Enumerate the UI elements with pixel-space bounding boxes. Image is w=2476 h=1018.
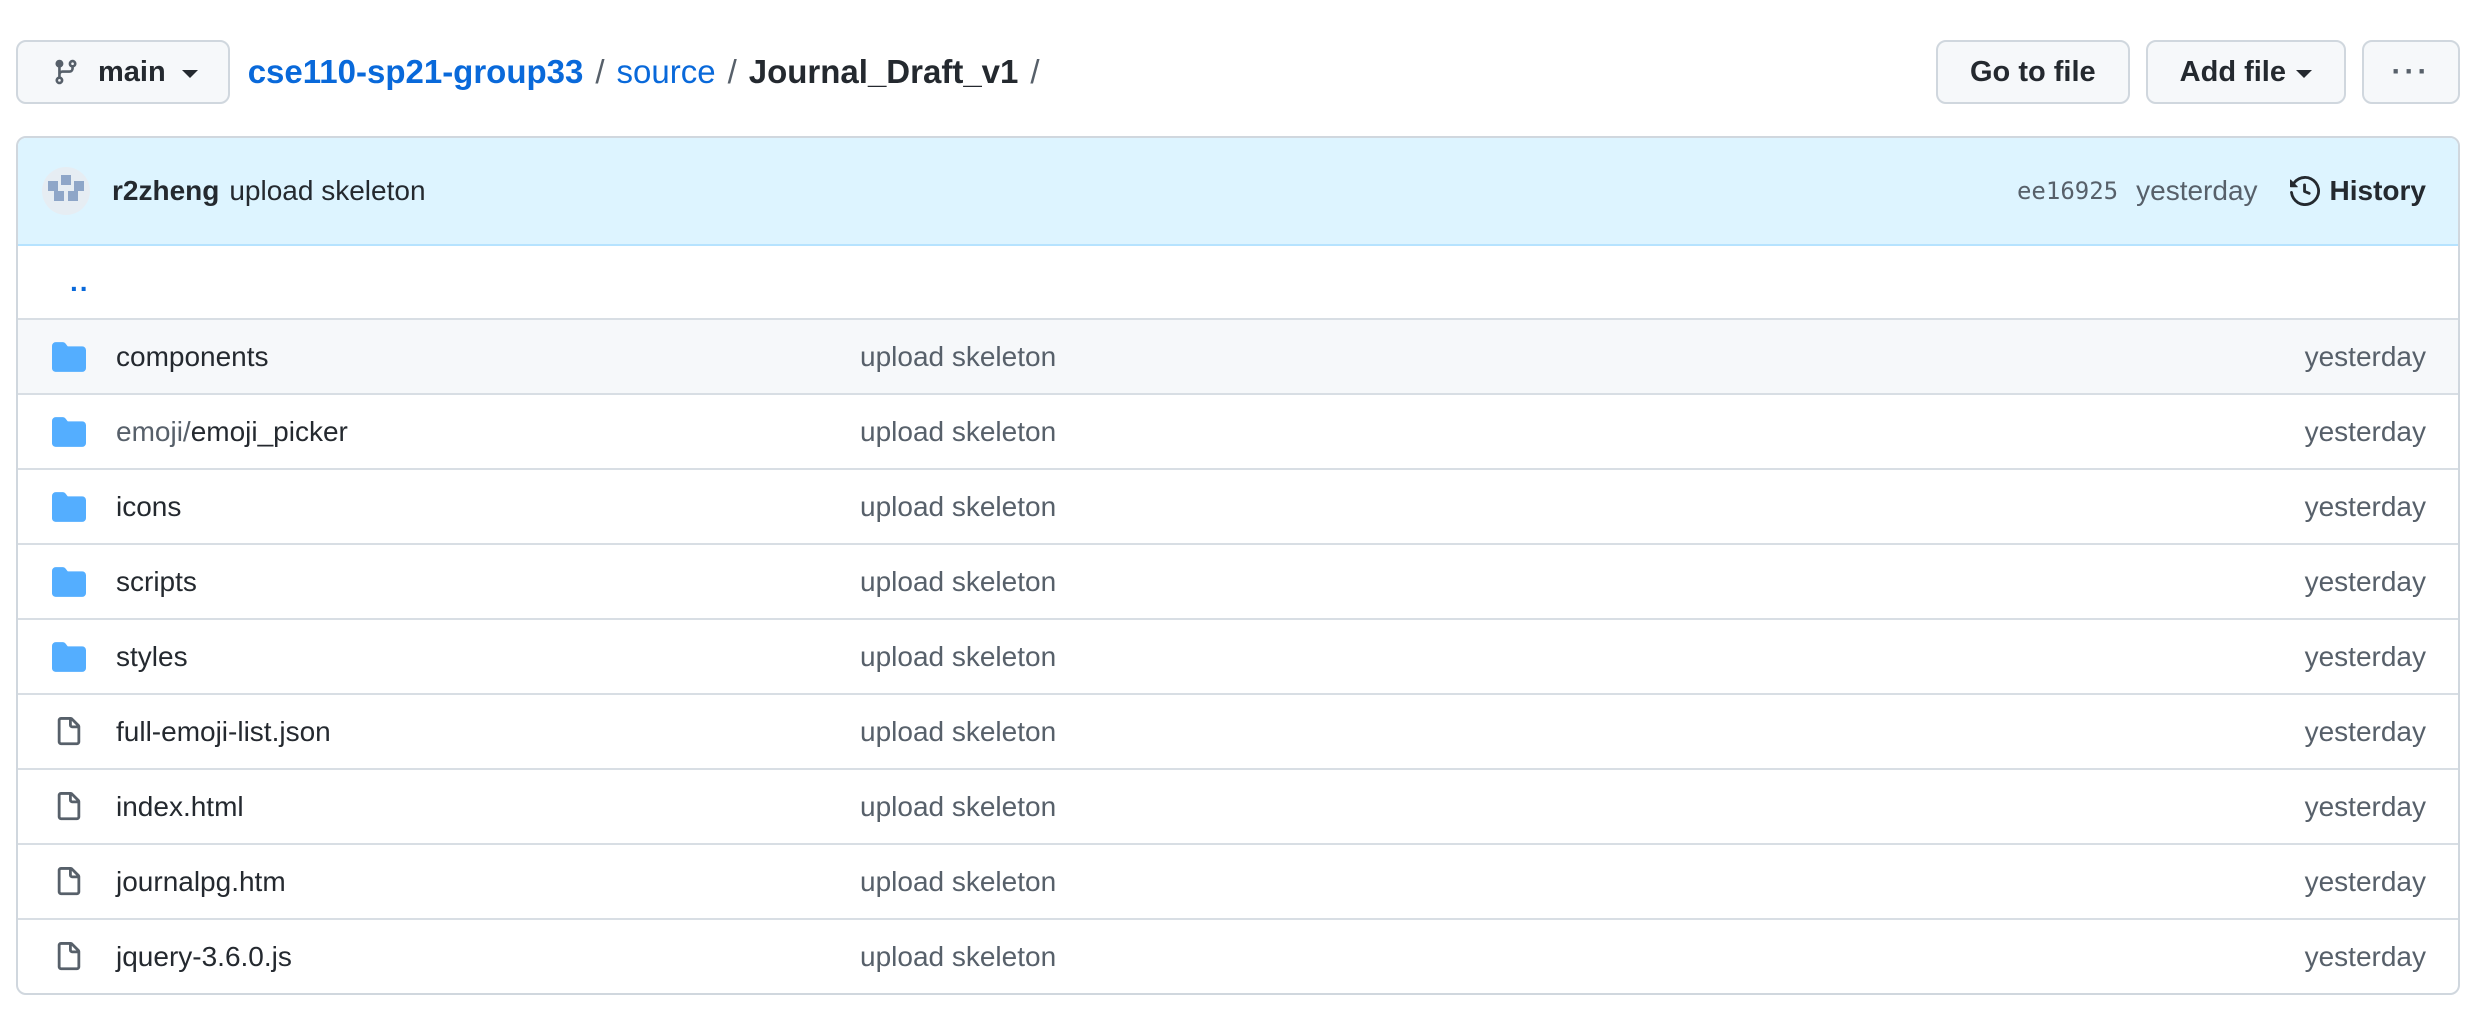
file-type-icon-cell: [18, 491, 116, 522]
file-name-link[interactable]: icons: [116, 491, 860, 523]
breadcrumb-separator: /: [727, 53, 737, 90]
file-name-text: emoji_picker: [190, 415, 348, 447]
git-branch-icon: [55, 59, 77, 85]
file-name-link[interactable]: index.html: [116, 791, 860, 823]
file-row[interactable]: scripts upload skeleton yesterday: [18, 543, 2458, 618]
add-file-label: Add file: [2179, 55, 2286, 88]
breadcrumb-source-link[interactable]: source: [617, 53, 716, 91]
file-type-icon-cell: [18, 865, 116, 899]
file-icon: [57, 791, 81, 820]
folder-icon: [52, 341, 86, 372]
commit-time: yesterday: [2136, 175, 2258, 206]
history-link[interactable]: History: [2289, 175, 2426, 207]
file-icon: [57, 716, 81, 745]
history-icon: [2289, 176, 2320, 206]
more-options-button[interactable]: ···: [2362, 40, 2460, 104]
file-type-icon-cell: [18, 715, 116, 749]
file-name-text: journalpg.htm: [116, 865, 286, 897]
commit-message-link[interactable]: upload skeleton: [229, 175, 425, 207]
file-name-link[interactable]: jquery-3.6.0.js: [116, 941, 860, 973]
file-row[interactable]: styles upload skeleton yesterday: [18, 618, 2458, 693]
history-label: History: [2329, 175, 2426, 206]
file-commit-age: yesterday: [2304, 490, 2426, 522]
breadcrumb: cse110-sp21-group33 / source / Journal_D…: [248, 53, 1052, 91]
go-to-file-label: Go to file: [1969, 55, 2096, 88]
file-type-icon-cell: [18, 940, 116, 974]
file-type-icon-cell: [18, 641, 116, 672]
file-type-icon-cell: [18, 416, 116, 447]
file-commit-age: yesterday: [2304, 715, 2426, 747]
file-commit-age: yesterday: [2304, 790, 2426, 822]
file-commit-age: yesterday: [2304, 640, 2426, 672]
file-type-icon-cell: [18, 566, 116, 597]
file-icon: [57, 866, 81, 895]
file-commit-message-link[interactable]: upload skeleton: [860, 491, 1056, 523]
file-name-text: index.html: [116, 790, 244, 822]
file-commit-message-link[interactable]: upload skeleton: [860, 341, 1056, 373]
file-name-text: scripts: [116, 565, 197, 597]
avatar[interactable]: [42, 167, 90, 215]
file-row[interactable]: jquery-3.6.0.js upload skeleton yesterday: [18, 918, 2458, 993]
file-commit-age: yesterday: [2304, 940, 2426, 972]
breadcrumb-repo-link[interactable]: cse110-sp21-group33: [248, 53, 584, 91]
folder-icon: [52, 491, 86, 522]
file-name-text: styles: [116, 640, 188, 672]
latest-commit-bar: r2zheng upload skeleton ee16925 yesterda…: [18, 138, 2458, 246]
file-commit-message-link[interactable]: upload skeleton: [860, 416, 1056, 448]
file-commit-message-link[interactable]: upload skeleton: [860, 716, 1056, 748]
breadcrumb-separator: /: [595, 53, 605, 90]
file-name-link[interactable]: journalpg.htm: [116, 866, 860, 898]
branch-label: main: [98, 55, 166, 88]
file-name-text: icons: [116, 490, 182, 522]
parent-directory-link[interactable]: ..: [70, 266, 90, 298]
branch-select-button[interactable]: main: [16, 40, 230, 104]
file-name-link[interactable]: scripts: [116, 566, 860, 598]
chevron-down-icon: [2296, 69, 2312, 78]
file-name-prefix: emoji/: [116, 415, 191, 447]
file-commit-message-link[interactable]: upload skeleton: [860, 641, 1056, 673]
commit-meta: ee16925 yesterday History: [2017, 175, 2426, 207]
file-commit-message-link[interactable]: upload skeleton: [860, 866, 1056, 898]
commit-author-link[interactable]: r2zheng: [112, 175, 219, 207]
file-row[interactable]: icons upload skeleton yesterday: [18, 468, 2458, 543]
file-commit-age: yesterday: [2304, 415, 2426, 447]
file-row[interactable]: emoji/emoji_picker upload skeleton yesterd…: [18, 393, 2458, 468]
go-to-file-button[interactable]: Go to file: [1935, 40, 2130, 104]
commit-sha-link[interactable]: ee16925: [2017, 177, 2118, 205]
file-commit-age: yesterday: [2304, 865, 2426, 897]
file-name-link[interactable]: styles: [116, 641, 860, 673]
file-navigation: main cse110-sp21-group33 / source / Jour…: [16, 40, 2460, 104]
file-name-link[interactable]: components: [116, 341, 860, 373]
file-name-text: jquery-3.6.0.js: [116, 940, 292, 972]
file-commit-message-link[interactable]: upload skeleton: [860, 566, 1056, 598]
topbar-actions: Go to file Add file ···: [1920, 40, 2460, 104]
file-row[interactable]: index.html upload skeleton yesterday: [18, 768, 2458, 843]
file-commit-message-link[interactable]: upload skeleton: [860, 941, 1056, 973]
folder-icon: [52, 641, 86, 672]
file-type-icon-cell: [18, 341, 116, 372]
chevron-down-icon: [181, 69, 198, 78]
file-commit-age: yesterday: [2304, 340, 2426, 372]
file-list-box: r2zheng upload skeleton ee16925 yesterda…: [16, 136, 2460, 995]
file-type-icon-cell: [18, 790, 116, 824]
file-row[interactable]: full-emoji-list.json upload skeleton yeste…: [18, 693, 2458, 768]
file-row[interactable]: journalpg.htm upload skeleton yesterday: [18, 843, 2458, 918]
kebab-horizontal-icon: ···: [2391, 55, 2431, 88]
file-name-link[interactable]: emoji/emoji_picker: [116, 416, 860, 448]
file-name-link[interactable]: full-emoji-list.json: [116, 716, 860, 748]
folder-icon: [52, 566, 86, 597]
file-commit-message-link[interactable]: upload skeleton: [860, 791, 1056, 823]
file-row[interactable]: components upload skeleton yesterday: [18, 318, 2458, 393]
breadcrumb-current-folder: Journal_Draft_v1: [748, 53, 1019, 90]
file-rows: components upload skeleton yesterday emoji…: [18, 318, 2458, 993]
folder-icon: [52, 416, 86, 447]
add-file-button[interactable]: Add file: [2145, 40, 2346, 104]
parent-directory-row[interactable]: ..: [18, 246, 2458, 318]
file-name-text: full-emoji-list.json: [116, 715, 331, 747]
breadcrumb-separator: /: [1030, 53, 1040, 90]
file-commit-age: yesterday: [2304, 565, 2426, 597]
file-name-text: components: [116, 340, 269, 372]
file-icon: [57, 941, 81, 970]
